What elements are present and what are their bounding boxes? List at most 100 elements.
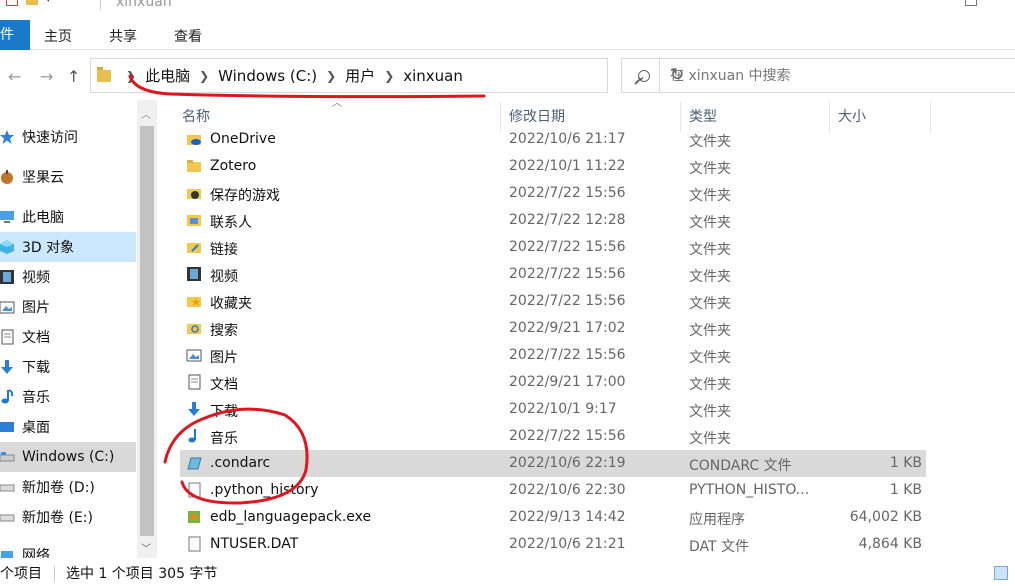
file-type: 文件夹 xyxy=(689,134,731,150)
breadcrumb-drive-c[interactable]: Windows (C:) xyxy=(218,67,317,85)
table-row[interactable]: 视频 2022/7/22 15:56 文件夹 xyxy=(180,261,926,288)
computer-icon xyxy=(0,211,14,223)
table-row[interactable]: edb_languagepack.exe 2022/9/13 14:42 应用程序 6… xyxy=(180,504,926,531)
onedrive-icon xyxy=(187,135,201,145)
sidebar-item-documents[interactable]: 文档 xyxy=(0,322,136,352)
up-arrow-icon[interactable]: ↑ xyxy=(67,67,80,86)
table-row[interactable]: OneDrive 2022/10/6 21:17 文件夹 xyxy=(180,126,926,153)
chevron-down-icon[interactable]: ▾ xyxy=(46,0,51,5)
table-row[interactable]: 文档 2022/9/21 17:00 文件夹 xyxy=(180,369,926,396)
forward-arrow-icon[interactable]: → xyxy=(40,67,53,86)
tab-file[interactable]: 件 xyxy=(0,20,30,50)
file-name: OneDrive xyxy=(210,131,276,147)
sidebar-item-this-pc[interactable]: 此电脑 xyxy=(0,202,136,232)
breadcrumb-this-pc[interactable]: 此电脑 xyxy=(145,65,190,86)
table-row[interactable]: 下载 2022/10/1 9:17 文件夹 xyxy=(180,396,926,423)
table-row[interactable]: 搜索 2022/9/21 17:02 文件夹 xyxy=(180,315,926,342)
sidebar-item-quick-access[interactable]: 快速访问 xyxy=(0,122,136,152)
file-date: 2022/7/22 15:56 xyxy=(509,185,626,201)
file-date: 2022/7/22 15:56 xyxy=(509,428,626,444)
scroll-up-icon[interactable]: ︿ xyxy=(141,106,151,121)
file-date: 2022/7/22 15:56 xyxy=(509,347,626,363)
table-row[interactable]: NTUSER.DAT 2022/10/6 21:21 DAT 文件 4,864 KB xyxy=(180,531,926,558)
sidebar-item-drive-e[interactable]: 新加卷 (E:) xyxy=(0,502,136,532)
breadcrumb: ❯ 此电脑 ❯ Windows (C:) ❯ 用户 ❯ xinxuan xyxy=(117,65,463,86)
search-input[interactable] xyxy=(670,67,970,84)
file-name: 文档 xyxy=(210,377,238,393)
table-row[interactable]: 音乐 2022/7/22 15:56 文件夹 xyxy=(180,423,926,450)
breadcrumb-users[interactable]: 用户 xyxy=(345,65,375,86)
selection-info: 选中 1 个项目 305 字节 xyxy=(66,566,218,582)
sidebar-item-videos[interactable]: 视频 xyxy=(0,262,136,292)
breadcrumb-xinxuan[interactable]: xinxuan xyxy=(403,67,463,85)
sidebar-item-label: 音乐 xyxy=(22,390,50,406)
search-box[interactable] xyxy=(621,58,1015,93)
sidebar-item-downloads[interactable]: 下载 xyxy=(0,352,136,382)
file-date: 2022/10/6 21:17 xyxy=(509,131,626,147)
tab-home[interactable]: 主页 xyxy=(44,26,72,46)
item-count: 个项目 xyxy=(0,566,42,582)
table-row[interactable]: 联系人 2022/7/22 12:28 文件夹 xyxy=(180,207,926,234)
table-row[interactable]: .python_history 2022/10/6 22:30 PYTHON_HIS… xyxy=(180,477,926,504)
table-row[interactable]: 收藏夹 2022/7/22 15:56 文件夹 xyxy=(180,288,926,315)
download-icon xyxy=(188,402,200,416)
scroll-down-icon[interactable]: ﹀ xyxy=(141,540,151,555)
table-row[interactable]: .condarc 2022/10/6 22:19 CONDARC 文件 1 KB xyxy=(180,450,926,477)
file-name: 联系人 xyxy=(210,215,252,231)
sidebar-item-label: 网络 xyxy=(22,548,50,558)
chevron-right-icon[interactable]: ❯ xyxy=(384,69,394,83)
table-row[interactable]: 保存的游戏 2022/7/22 15:56 文件夹 xyxy=(180,180,926,207)
maximize-icon[interactable] xyxy=(965,0,977,6)
file-date: 2022/7/22 12:28 xyxy=(509,212,626,228)
address-bar[interactable]: ❯ 此电脑 ❯ Windows (C:) ❯ 用户 ❯ xinxuan ⌄ ↻ xyxy=(90,58,684,93)
video-icon xyxy=(187,267,201,281)
sidebar-item-network[interactable]: 网络 xyxy=(0,540,136,558)
sidebar-scrollbar[interactable]: ︿ ﹀ xyxy=(137,100,157,558)
file-date: 2022/10/1 9:17 xyxy=(509,401,617,417)
file-date: 2022/9/21 17:02 xyxy=(509,320,626,336)
document-icon xyxy=(188,374,201,390)
chevron-right-icon[interactable]: ❯ xyxy=(199,69,209,83)
desktop-icon xyxy=(0,422,14,432)
chevron-right-icon[interactable]: ❯ xyxy=(326,69,336,83)
back-arrow-icon[interactable]: ← xyxy=(8,67,21,86)
tab-share[interactable]: 共享 xyxy=(109,26,137,46)
sidebar-item-label: 快速访问 xyxy=(22,130,78,146)
installer-icon xyxy=(188,511,200,523)
scrollbar-thumb[interactable] xyxy=(140,126,154,536)
sidebar-item-drive-c[interactable]: Windows (C:) xyxy=(0,442,136,472)
file-date: 2022/10/6 21:21 xyxy=(509,536,626,552)
properties-check-icon[interactable] xyxy=(6,0,18,6)
file-list: ︿ 名称 修改日期 类型 大小 OneDrive 2022/10/6 21:17 文… xyxy=(162,98,1015,558)
condarc-file-icon xyxy=(187,457,202,470)
drive-icon xyxy=(0,452,15,462)
sidebar-item-nutstore[interactable]: 坚果云 xyxy=(0,162,136,192)
sidebar-item-label: Windows (C:) xyxy=(22,449,115,465)
sidebar-item-desktop[interactable]: 桌面 xyxy=(0,412,136,442)
table-row[interactable]: 图片 2022/7/22 15:56 文件夹 xyxy=(180,342,926,369)
file-date: 2022/9/13 14:42 xyxy=(509,509,626,525)
saved-games-icon xyxy=(187,189,201,199)
table-row[interactable]: Zotero 2022/10/1 11:22 文件夹 xyxy=(180,153,926,180)
details-view-icon[interactable] xyxy=(994,566,1008,580)
file-type: 文件夹 xyxy=(689,161,731,177)
title-quick-icons: ▾ xyxy=(6,0,51,6)
file-size: 64,002 KB xyxy=(849,509,922,525)
sidebar-item-music[interactable]: 音乐 xyxy=(0,382,136,412)
status-bar: 个项目 选中 1 个项目 305 字节 xyxy=(0,560,1015,586)
sidebar-item-pictures[interactable]: 图片 xyxy=(0,292,136,322)
sidebar-item-label: 文档 xyxy=(22,330,50,346)
table-row[interactable]: 链接 2022/7/22 15:56 文件夹 xyxy=(180,234,926,261)
contacts-icon xyxy=(187,215,201,226)
sidebar-item-drive-d[interactable]: 新加卷 (D:) xyxy=(0,472,136,502)
tab-view[interactable]: 查看 xyxy=(174,26,202,46)
chevron-right-icon[interactable]: ❯ xyxy=(126,69,136,83)
sidebar-item-3d-objects[interactable]: 3D 对象 xyxy=(0,232,136,262)
sidebar-item-label: 此电脑 xyxy=(22,210,64,226)
folder-icon[interactable] xyxy=(26,0,38,5)
sort-ascending-icon: ︿ xyxy=(332,98,342,109)
music-icon xyxy=(188,429,196,443)
navigation-pane: 快速访问 坚果云 此电脑 3D 对象 视频 图片 文档 下载 音乐 桌面 Win… xyxy=(0,100,157,558)
file-type: 应用程序 xyxy=(689,512,745,528)
file-date: 2022/7/22 15:56 xyxy=(509,266,626,282)
